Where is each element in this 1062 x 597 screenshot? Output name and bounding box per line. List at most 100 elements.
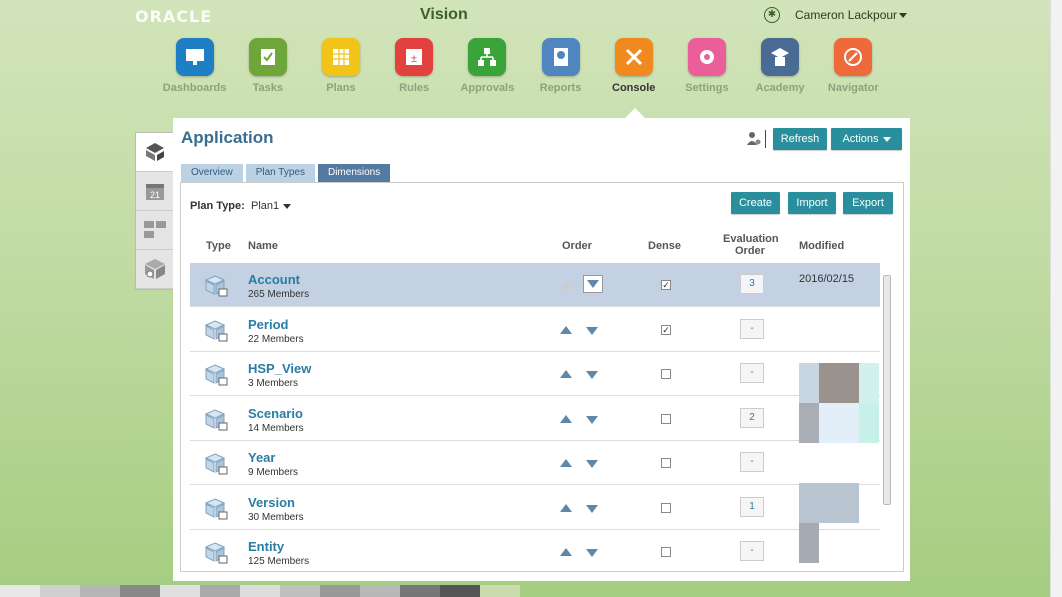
- active-nav-pointer: [625, 108, 645, 118]
- move-down-arrow[interactable]: [586, 504, 598, 513]
- dimension-cube-icon: [205, 275, 228, 297]
- evaluation-order[interactable]: -: [740, 363, 764, 383]
- move-up-arrow[interactable]: [560, 548, 572, 556]
- actions-button[interactable]: Actions: [831, 128, 902, 150]
- evaluation-order[interactable]: -: [740, 541, 764, 561]
- taskbar-strip: [0, 585, 520, 597]
- dense-checkbox[interactable]: ✓: [661, 280, 671, 290]
- member-count: 9 Members: [248, 467, 299, 478]
- move-up-arrow[interactable]: [560, 459, 572, 467]
- nav-tasks[interactable]: Tasks: [231, 38, 304, 94]
- column-order[interactable]: Order: [562, 240, 592, 252]
- approvals-icon: [468, 38, 507, 76]
- side-rail: 21: [135, 132, 173, 290]
- move-up-arrow[interactable]: [560, 414, 572, 423]
- dense-checkbox[interactable]: [661, 369, 671, 379]
- scroll-thumb[interactable]: [883, 275, 891, 505]
- column-modified[interactable]: Modified: [799, 240, 844, 252]
- move-up-arrow[interactable]: [560, 370, 572, 378]
- grid-scrollbar[interactable]: [881, 263, 893, 563]
- nav-settings[interactable]: Settings: [670, 38, 743, 94]
- member-count: 125 Members: [248, 556, 310, 567]
- tab-dimensions[interactable]: Dimensions: [317, 164, 391, 182]
- move-down-arrow[interactable]: [586, 549, 598, 557]
- cards-icon: [143, 221, 166, 238]
- table-row[interactable]: Year 9 Members -: [190, 441, 880, 485]
- plan-type-label: Plan Type:: [190, 200, 245, 212]
- nav-label: Academy: [755, 82, 805, 94]
- plan-type-select[interactable]: Plan1: [251, 200, 292, 212]
- refresh-button[interactable]: Refresh: [773, 128, 827, 150]
- column-name[interactable]: Name: [248, 240, 278, 252]
- user-settings-icon[interactable]: [747, 132, 761, 146]
- dimension-name[interactable]: Account: [248, 272, 300, 287]
- dimension-name[interactable]: Scenario: [248, 406, 303, 421]
- nav-navigator[interactable]: Navigator: [817, 38, 890, 94]
- tab-plan-types[interactable]: Plan Types: [245, 164, 315, 182]
- dimension-name[interactable]: HSP_View: [248, 361, 311, 376]
- move-up-arrow: [560, 281, 572, 289]
- nav-label: Plans: [326, 82, 356, 94]
- svg-text:±: ±: [411, 53, 417, 65]
- dimension-name[interactable]: Period: [248, 317, 288, 332]
- move-down-arrow[interactable]: [586, 326, 598, 335]
- user-menu[interactable]: Cameron Lackpour: [795, 8, 908, 22]
- dense-checkbox[interactable]: [661, 413, 671, 424]
- nav-reports[interactable]: Reports: [524, 38, 597, 94]
- evaluation-order[interactable]: 3: [740, 274, 764, 294]
- rail-application-button[interactable]: [136, 133, 173, 172]
- table-row[interactable]: Scenario 14 Members 2: [190, 397, 880, 441]
- tab-overview[interactable]: Overview: [181, 164, 243, 182]
- accessibility-icon[interactable]: ✱: [764, 7, 780, 23]
- dimension-name[interactable]: Entity: [248, 539, 284, 554]
- nav-label: Rules: [399, 82, 430, 94]
- chevron-down-icon: [899, 13, 908, 19]
- move-down-arrow[interactable]: [586, 371, 598, 379]
- dense-checkbox[interactable]: [661, 458, 671, 468]
- nav-label: Approvals: [460, 82, 515, 94]
- evaluation-order[interactable]: -: [740, 318, 764, 339]
- table-row[interactable]: Version 30 Members 1: [190, 486, 880, 530]
- evaluation-order[interactable]: 2: [740, 407, 764, 428]
- column-evaluation[interactable]: Evaluation: [723, 233, 779, 245]
- evaluation-order[interactable]: 1: [740, 496, 764, 517]
- table-row[interactable]: Entity 125 Members -: [190, 530, 880, 571]
- table-row[interactable]: Account 265 Members ✓ 3 2016/02/15: [190, 263, 880, 307]
- dense-checkbox[interactable]: ✓: [661, 324, 671, 335]
- application-icon: [145, 143, 164, 161]
- navigation-bar: Dashboards Tasks Plans ± Rules Approvals Repor…: [158, 38, 890, 94]
- column-evaluation-order[interactable]: Order: [735, 245, 765, 257]
- dense-checkbox[interactable]: [661, 547, 671, 557]
- rail-cube-settings-button[interactable]: [136, 250, 173, 289]
- member-count: 14 Members: [248, 422, 304, 434]
- table-row[interactable]: Period 22 Members ✓ -: [190, 308, 880, 352]
- nav-academy[interactable]: Academy: [744, 38, 817, 94]
- blurred-cell: [799, 363, 819, 403]
- nav-approvals[interactable]: Approvals: [451, 38, 524, 94]
- create-button[interactable]: Create: [731, 192, 780, 214]
- dimension-name[interactable]: Year: [248, 450, 275, 465]
- move-down-arrow[interactable]: [583, 275, 603, 293]
- rail-cards-button[interactable]: [136, 211, 173, 250]
- evaluation-order[interactable]: -: [740, 452, 764, 472]
- member-count: 30 Members: [248, 511, 304, 523]
- table-row[interactable]: HSP_View 3 Members -: [190, 352, 880, 396]
- nav-rules[interactable]: ± Rules: [378, 38, 451, 94]
- move-down-arrow[interactable]: [586, 415, 598, 424]
- member-count: 22 Members: [248, 333, 304, 345]
- move-up-arrow[interactable]: [560, 325, 572, 334]
- nav-console[interactable]: Console: [597, 38, 670, 94]
- rail-calendar-button[interactable]: 21: [136, 172, 173, 211]
- nav-dashboards[interactable]: Dashboards: [158, 38, 231, 94]
- export-button[interactable]: Export: [843, 192, 893, 214]
- import-button[interactable]: Import: [788, 192, 836, 214]
- nav-plans[interactable]: Plans: [304, 38, 377, 94]
- move-up-arrow[interactable]: [560, 503, 572, 512]
- dimension-name[interactable]: Version: [248, 495, 295, 510]
- page-scrollbar[interactable]: [1050, 0, 1062, 597]
- column-dense[interactable]: Dense: [648, 240, 681, 252]
- move-down-arrow[interactable]: [586, 460, 598, 468]
- dense-checkbox[interactable]: [661, 502, 671, 513]
- dimension-cube-icon: [205, 497, 228, 519]
- column-type[interactable]: Type: [206, 240, 231, 252]
